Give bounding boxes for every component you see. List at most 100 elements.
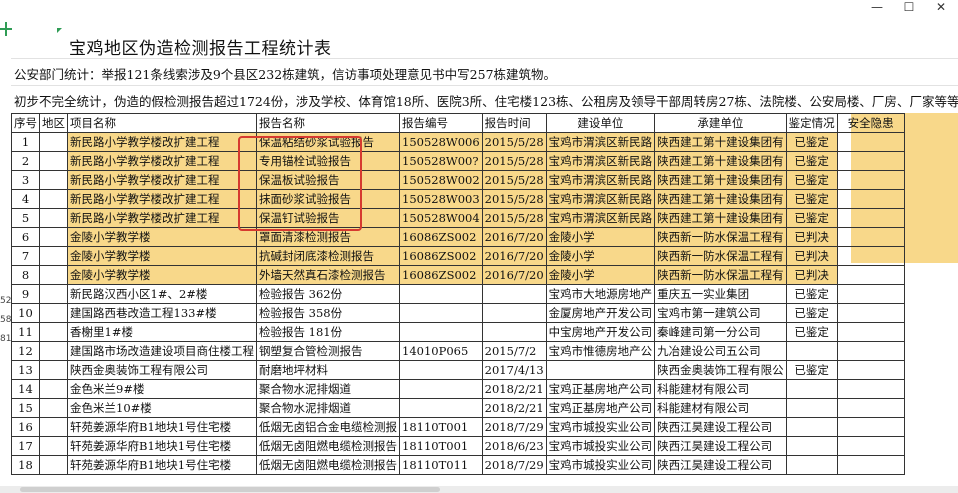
safety-cell[interactable] (836, 322, 905, 342)
report-name-cell[interactable]: 检验报告 358份 (256, 303, 400, 323)
project-name-cell[interactable]: 新民路小学教学楼改扩建工程 (67, 151, 257, 171)
region-cell[interactable] (39, 341, 68, 361)
owner-cell[interactable]: 宝鸡正基房地产公司 (545, 379, 656, 399)
project-name-cell[interactable]: 金色米兰9#楼 (67, 379, 257, 399)
region-cell[interactable] (39, 170, 68, 190)
row-index-cell[interactable]: 3 (11, 170, 40, 190)
report-name-cell[interactable]: 低烟无卤阻燃电缆检测报告 (256, 436, 400, 456)
builder-cell[interactable]: 科能建材有限公司 (654, 379, 787, 399)
report-number-cell[interactable]: 150528W002 (399, 170, 483, 190)
owner-cell[interactable]: 宝鸡市渭滨区新民路 (545, 151, 656, 171)
safety-cell[interactable] (836, 379, 905, 399)
report-name-cell[interactable]: 保温钉试验报告 (256, 208, 400, 228)
status-cell[interactable]: 已鉴定 (785, 284, 838, 304)
status-cell[interactable] (785, 436, 838, 456)
header-cell[interactable]: 项目名称 (67, 113, 257, 133)
row-index-cell[interactable]: 8 (11, 265, 40, 285)
safety-cell[interactable] (836, 208, 905, 228)
region-cell[interactable] (39, 417, 68, 437)
row-index-cell[interactable]: 12 (11, 341, 40, 361)
status-cell[interactable]: 已判决 (785, 246, 838, 266)
safety-cell[interactable] (836, 132, 905, 152)
row-index-cell[interactable]: 5 (11, 208, 40, 228)
header-cell[interactable]: 报告编号 (399, 113, 483, 133)
region-cell[interactable] (39, 189, 68, 209)
project-name-cell[interactable]: 建国路西巷改造工程133#楼 (67, 303, 257, 323)
report-name-cell[interactable]: 低烟无卤阻燃电缆检测报告 (256, 455, 400, 475)
owner-cell[interactable]: 宝鸡市惟德房地产公 (545, 341, 656, 361)
owner-cell[interactable]: 宝鸡市渭滨区新民路 (545, 132, 656, 152)
row-index-cell[interactable]: 13 (11, 360, 40, 380)
safety-cell[interactable] (836, 227, 905, 247)
builder-cell[interactable]: 陕西建工第十建设集团有 (654, 151, 787, 171)
status-cell[interactable]: 已鉴定 (785, 132, 838, 152)
spreadsheet-area[interactable]: 宝鸡地区伪造检测报告工程统计表 公安部门统计：举报121条线索涉及9个县区232… (0, 16, 958, 486)
status-cell[interactable] (785, 455, 838, 475)
status-cell[interactable] (785, 417, 838, 437)
builder-cell[interactable]: 重庆五一实业集团 (654, 284, 787, 304)
builder-cell[interactable]: 陕西建工第十建设集团有 (654, 189, 787, 209)
row-index-cell[interactable]: 9 (11, 284, 40, 304)
status-cell[interactable]: 已鉴定 (785, 170, 838, 190)
report-date-cell[interactable]: 2018/2/21 (481, 398, 547, 418)
report-name-cell[interactable]: 检验报告 362份 (256, 284, 400, 304)
report-number-cell[interactable]: 16086ZS002 (399, 227, 483, 247)
report-number-cell[interactable]: 16086ZS002 (399, 265, 483, 285)
builder-cell[interactable]: 陕西建工第十建设集团有 (654, 208, 787, 228)
report-name-cell[interactable]: 抹面砂浆试验报告 (256, 189, 400, 209)
owner-cell[interactable]: 金陵小学 (545, 246, 656, 266)
report-number-cell[interactable] (399, 360, 483, 380)
report-number-cell[interactable]: 150528W003 (399, 189, 483, 209)
report-name-cell[interactable]: 聚合物水泥排烟道 (256, 379, 400, 399)
project-name-cell[interactable]: 轩苑姜源华府B1地块1号住宅楼 (67, 436, 257, 456)
safety-cell[interactable] (836, 398, 905, 418)
safety-cell[interactable] (836, 303, 905, 323)
report-name-cell[interactable]: 耐磨地坪材料 (256, 360, 400, 380)
report-date-cell[interactable]: 2016/7/20 (481, 265, 547, 285)
region-cell[interactable] (39, 246, 68, 266)
project-name-cell[interactable]: 香榭里1#楼 (67, 322, 257, 342)
report-name-cell[interactable]: 专用锚栓试验报告 (256, 151, 400, 171)
region-cell[interactable] (39, 284, 68, 304)
project-name-cell[interactable]: 金色米兰10#楼 (67, 398, 257, 418)
builder-cell[interactable]: 陕西江昊建设工程公司 (654, 436, 787, 456)
report-date-cell[interactable]: 2015/5/28 (481, 189, 547, 209)
row-index-cell[interactable]: 1 (11, 132, 40, 152)
row-index-cell[interactable]: 14 (11, 379, 40, 399)
report-name-cell[interactable]: 保温板试验报告 (256, 170, 400, 190)
project-name-cell[interactable]: 金陵小学教学楼 (67, 227, 257, 247)
region-cell[interactable] (39, 303, 68, 323)
header-cell[interactable]: 承建单位 (654, 113, 787, 133)
owner-cell[interactable]: 宝鸡市大地源房地产 (545, 284, 656, 304)
status-cell[interactable]: 已鉴定 (785, 208, 838, 228)
owner-cell[interactable]: 宝鸡市城投实业公司 (545, 436, 656, 456)
report-number-cell[interactable]: 18110T001 (399, 436, 483, 456)
report-number-cell[interactable] (399, 379, 483, 399)
safety-cell[interactable] (836, 360, 905, 380)
project-name-cell[interactable]: 陕西金奥装饰工程有限公司 (67, 360, 257, 380)
safety-cell[interactable] (836, 189, 905, 209)
project-name-cell[interactable]: 新民路小学教学楼改扩建工程 (67, 132, 257, 152)
builder-cell[interactable]: 陕西建工第十建设集团有 (654, 170, 787, 190)
safety-cell[interactable] (836, 417, 905, 437)
status-cell[interactable] (785, 398, 838, 418)
project-name-cell[interactable]: 新民路小学教学楼改扩建工程 (67, 208, 257, 228)
row-index-cell[interactable]: 15 (11, 398, 40, 418)
scrollbar-thumb[interactable] (20, 487, 440, 492)
status-cell[interactable] (785, 341, 838, 361)
report-name-cell[interactable]: 检验报告 181份 (256, 322, 400, 342)
report-number-cell[interactable]: 14010P065 (399, 341, 483, 361)
maximize-button[interactable]: ☐ (894, 0, 924, 16)
report-number-cell[interactable]: 18110T011 (399, 455, 483, 475)
safety-cell[interactable] (836, 455, 905, 475)
safety-cell[interactable] (836, 170, 905, 190)
region-cell[interactable] (39, 360, 68, 380)
builder-cell[interactable]: 九冶建设公司五公司 (654, 341, 787, 361)
report-name-cell[interactable]: 抗碱封闭底漆检测报告 (256, 246, 400, 266)
project-name-cell[interactable]: 新民路小学教学楼改扩建工程 (67, 170, 257, 190)
project-name-cell[interactable]: 轩苑姜源华府B1地块1号住宅楼 (67, 455, 257, 475)
report-date-cell[interactable]: 2015/7/2 (481, 341, 547, 361)
project-name-cell[interactable]: 金陵小学教学楼 (67, 265, 257, 285)
region-cell[interactable] (39, 379, 68, 399)
report-date-cell[interactable]: 2017/4/13 (481, 360, 547, 380)
